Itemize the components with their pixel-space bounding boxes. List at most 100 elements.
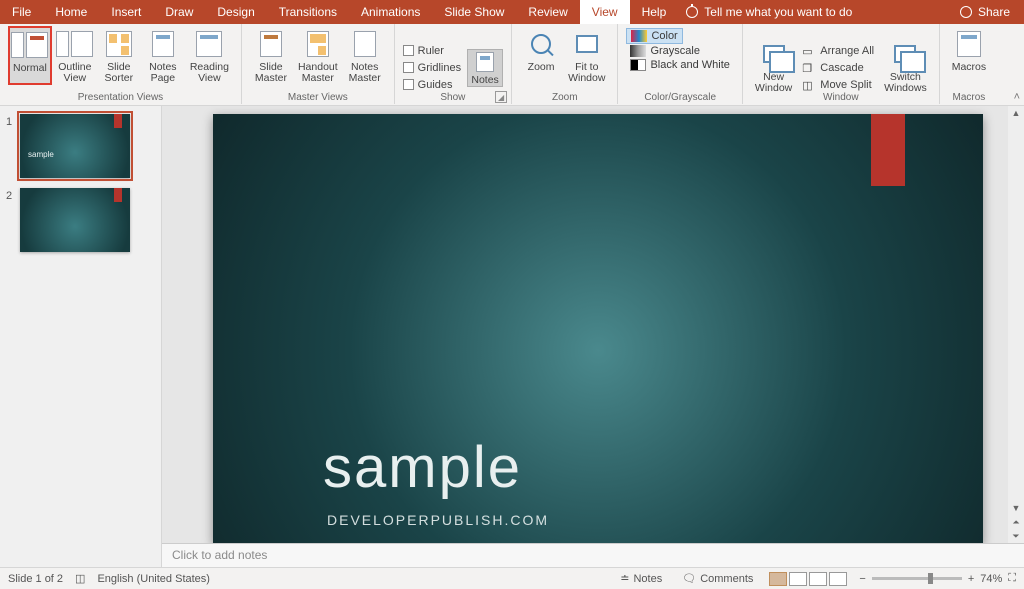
tab-file[interactable]: File xyxy=(0,0,43,24)
thumbnail-1[interactable]: sample xyxy=(20,114,130,178)
cascade-label: Cascade xyxy=(820,62,863,74)
slide-canvas[interactable]: sample DEVELOPERPUBLISH.COM xyxy=(213,114,983,543)
notes-pane[interactable]: Click to add notes xyxy=(162,543,1024,567)
slide-sorter-button[interactable]: Slide Sorter xyxy=(98,26,140,85)
view-mode-buttons xyxy=(769,572,847,586)
tell-me-label: Tell me what you want to do xyxy=(704,5,852,19)
notes-master-label: Notes Master xyxy=(349,62,381,84)
tab-draw[interactable]: Draw xyxy=(153,0,205,24)
zoom-slider-handle[interactable] xyxy=(928,573,933,584)
notes-page-button[interactable]: Notes Page xyxy=(142,26,184,85)
ruler-checkbox[interactable]: Ruler xyxy=(403,44,461,58)
reading-view-button[interactable]: Reading View xyxy=(186,26,233,85)
group-label-window: Window xyxy=(745,92,937,103)
color-chip-icon xyxy=(631,30,647,42)
group-label-zoom: Zoom xyxy=(514,92,615,103)
status-notes-button[interactable]: ≐ Notes xyxy=(616,572,666,585)
status-comments-button[interactable]: 🗨Comments xyxy=(678,572,757,585)
gridlines-checkbox[interactable]: Gridlines xyxy=(403,61,461,75)
person-icon xyxy=(960,6,972,18)
macros-button[interactable]: Macros xyxy=(948,26,990,74)
fit-to-window-button[interactable]: Fit to Window xyxy=(564,26,609,85)
language-button[interactable]: English (United States) xyxy=(97,573,210,585)
tab-view[interactable]: View xyxy=(580,0,630,24)
fit-to-window-status-button[interactable]: ⛶ xyxy=(1008,572,1016,585)
thumb-title-1: sample xyxy=(28,150,54,159)
normal-view-label: Normal xyxy=(13,63,47,74)
grayscale-label: Grayscale xyxy=(650,45,700,57)
status-notes-label: Notes xyxy=(633,573,662,585)
view-sorter-button[interactable] xyxy=(789,572,807,586)
thumbnail-2[interactable] xyxy=(20,188,130,252)
lightbulb-icon xyxy=(686,6,698,18)
editor-column: sample DEVELOPERPUBLISH.COM ▲ ▼ ⏶ ⏷ Clic… xyxy=(162,106,1024,567)
gridlines-label: Gridlines xyxy=(418,62,461,74)
handout-master-label: Handout Master xyxy=(298,62,338,84)
move-split-label: Move Split xyxy=(820,79,871,91)
status-comments-label: Comments xyxy=(700,573,753,585)
handout-master-button[interactable]: Handout Master xyxy=(294,26,342,85)
show-dialog-launcher[interactable]: ◢ xyxy=(495,91,507,103)
view-normal-button[interactable] xyxy=(769,572,787,586)
tab-review[interactable]: Review xyxy=(516,0,579,24)
arrange-all-label: Arrange All xyxy=(820,45,874,57)
tab-animations[interactable]: Animations xyxy=(349,0,432,24)
slide-master-button[interactable]: Slide Master xyxy=(250,26,292,85)
outline-view-button[interactable]: Outline View xyxy=(54,26,96,85)
switch-windows-icon xyxy=(894,45,916,63)
slide-canvas-area[interactable]: sample DEVELOPERPUBLISH.COM ▲ ▼ ⏶ ⏷ xyxy=(162,106,1024,543)
zoom-button[interactable]: Zoom xyxy=(520,26,562,85)
workspace: 1 sample 2 sample DEVELOPERPUBLISH.COM ▲… xyxy=(0,106,1024,567)
notes-master-button[interactable]: Notes Master xyxy=(344,26,386,85)
notes-button[interactable]: Notes xyxy=(467,49,503,87)
arrange-all-button[interactable]: ▭Arrange All xyxy=(802,44,874,58)
collapse-ribbon-button[interactable]: ˄ xyxy=(1014,91,1020,103)
tab-insert[interactable]: Insert xyxy=(99,0,153,24)
zoom-slider[interactable] xyxy=(872,577,962,580)
grayscale-button[interactable]: Grayscale xyxy=(626,44,704,58)
guides-checkbox[interactable]: Guides xyxy=(403,78,461,92)
group-presentation-views: Normal Outline View Slide Sorter Notes P… xyxy=(2,24,239,105)
color-button[interactable]: Color xyxy=(626,28,682,44)
group-label-presentation-views: Presentation Views xyxy=(2,92,239,103)
view-reading-button[interactable] xyxy=(809,572,827,586)
tab-design[interactable]: Design xyxy=(205,0,266,24)
prev-slide-button[interactable]: ⏶ xyxy=(1009,515,1023,529)
accessibility-icon[interactable]: ◫ xyxy=(75,572,85,585)
bw-label: Black and White xyxy=(650,59,729,71)
tab-slideshow[interactable]: Slide Show xyxy=(432,0,516,24)
zoom-in-button[interactable]: + xyxy=(968,573,974,585)
share-button[interactable]: Share xyxy=(946,0,1024,24)
switch-windows-button[interactable]: Switch Windows xyxy=(880,36,931,95)
scroll-up-button[interactable]: ▲ xyxy=(1009,106,1023,120)
group-zoom: Zoom Fit to Window Zoom xyxy=(514,24,615,105)
notes-status-icon: ≐ xyxy=(620,572,629,585)
blackwhite-button[interactable]: Black and White xyxy=(626,58,733,72)
tell-me-field[interactable]: Tell me what you want to do xyxy=(678,0,860,24)
vertical-scrollbar[interactable]: ▲ ▼ ⏶ ⏷ xyxy=(1008,106,1024,543)
tab-transitions[interactable]: Transitions xyxy=(267,0,349,24)
normal-view-button[interactable]: Normal xyxy=(8,26,52,85)
new-window-button[interactable]: New Window xyxy=(751,36,796,95)
next-slide-button[interactable]: ⏷ xyxy=(1009,529,1023,543)
slide-title-text[interactable]: sample xyxy=(323,434,522,501)
cascade-button[interactable]: ❐Cascade xyxy=(802,61,874,75)
zoom-percentage[interactable]: 74% xyxy=(980,573,1002,585)
scroll-down-button[interactable]: ▼ xyxy=(1009,501,1023,515)
slide-counter[interactable]: Slide 1 of 2 xyxy=(8,573,63,585)
thumb-flag-icon xyxy=(114,188,122,202)
tab-help[interactable]: Help xyxy=(630,0,679,24)
slide-flag-decoration xyxy=(871,114,905,186)
move-split-button[interactable]: ◫Move Split xyxy=(802,78,874,92)
thumbnail-row-2: 2 xyxy=(6,188,155,252)
group-window: New Window ▭Arrange All ❐Cascade ◫Move S… xyxy=(745,24,937,105)
group-master-views: Slide Master Handout Master Notes Master… xyxy=(244,24,392,105)
status-bar: Slide 1 of 2 ◫ English (United States) ≐… xyxy=(0,567,1024,589)
group-label-colorgrayscale: Color/Grayscale xyxy=(620,92,739,103)
tab-home[interactable]: Home xyxy=(43,0,99,24)
slide-master-label: Slide Master xyxy=(255,62,287,84)
slide-thumbnails-pane[interactable]: 1 sample 2 xyxy=(0,106,162,567)
view-slideshow-button[interactable] xyxy=(829,572,847,586)
zoom-out-button[interactable]: − xyxy=(859,573,865,585)
slide-subtitle-text[interactable]: DEVELOPERPUBLISH.COM xyxy=(327,512,549,528)
